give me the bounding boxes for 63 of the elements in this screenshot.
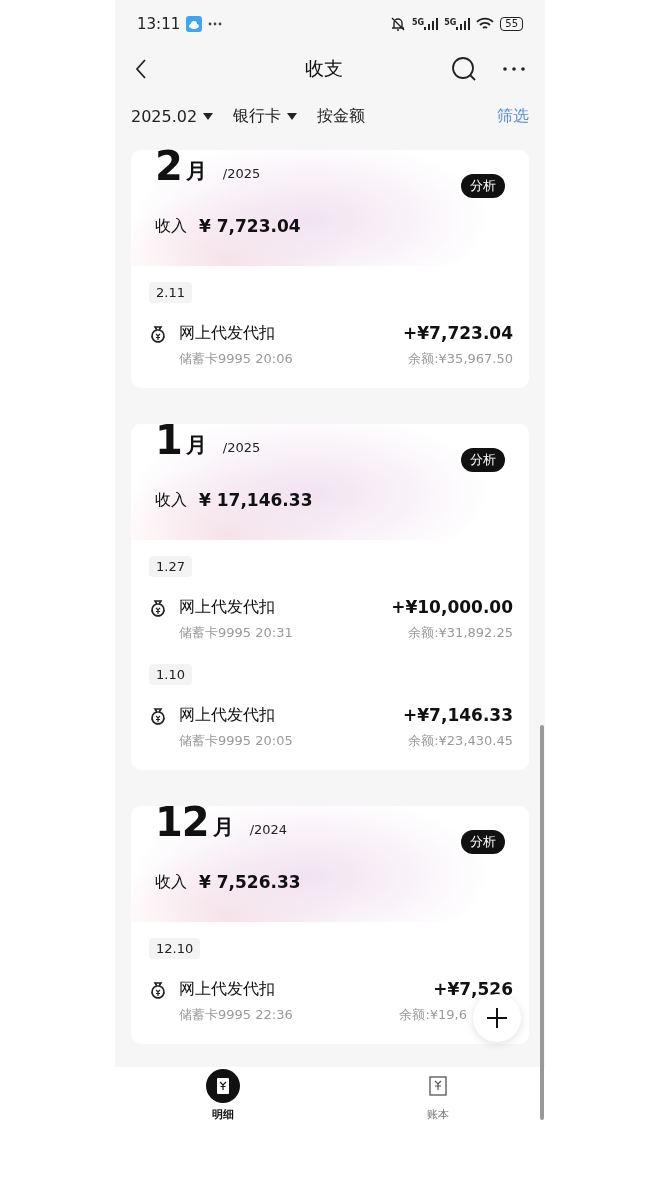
network-label: 5G (412, 18, 425, 27)
month-unit: 月 (212, 814, 234, 841)
date-label: 1.27 (149, 556, 192, 577)
transaction-amount: +¥7,526 (432, 979, 513, 1000)
transaction-detail: 储蓄卡9995 22:36 (179, 1006, 294, 1024)
cloud-icon (186, 16, 203, 32)
bell-off-icon (390, 16, 406, 32)
transaction-detail: 储蓄卡9995 20:05 (179, 732, 294, 750)
caret-icon (203, 112, 214, 120)
caret-icon (287, 112, 298, 120)
month-unit: 月 (185, 432, 207, 459)
analyze-button[interactable]: 分析 (461, 174, 505, 198)
transaction-amount: +¥10,000.00 (391, 597, 513, 618)
money-bag-icon (149, 598, 167, 617)
page-title: 收支 (304, 56, 344, 81)
year-label: /2025 (222, 439, 261, 457)
transaction-amount: +¥7,723.04 (403, 323, 513, 344)
income-amount: ¥ 17,146.33 (199, 490, 313, 510)
signal-icon (424, 18, 439, 30)
transaction-title: 网上代发代扣 (179, 323, 276, 344)
money-bag-icon (149, 324, 167, 343)
back-icon[interactable] (135, 59, 147, 79)
date-label: 2.11 (149, 282, 192, 303)
year-label: /2024 (249, 821, 288, 839)
filter-dropdown[interactable]: 2025.02 (131, 106, 214, 126)
month-number: 1 (155, 420, 182, 460)
filter-dropdown[interactable]: 按金额 (317, 105, 366, 127)
plus-icon (486, 1007, 508, 1029)
more-icon (208, 22, 223, 26)
balance-text: 余额:¥31,892.25 (407, 624, 513, 642)
transaction-detail: 储蓄卡9995 20:31 (179, 624, 294, 642)
network-label: 5G (444, 18, 457, 27)
money-bag-icon (149, 980, 167, 999)
transaction-title: 网上代发代扣 (179, 979, 276, 1000)
transaction-title: 网上代发代扣 (179, 705, 276, 726)
filter-dropdown[interactable]: 银行卡 (233, 105, 298, 127)
date-label: 1.10 (149, 664, 192, 685)
income-amount: ¥ 7,723.04 (199, 216, 301, 236)
search-icon[interactable] (451, 56, 477, 82)
income-label: 收入 (155, 215, 187, 237)
month-number: 12 (155, 802, 209, 842)
transaction-amount: +¥7,146.33 (403, 705, 513, 726)
transaction-detail: 储蓄卡9995 20:06 (179, 350, 294, 368)
signal-icon (456, 18, 471, 30)
month-unit: 月 (185, 158, 207, 185)
balance-text: 余额:¥19,6 (399, 1006, 467, 1024)
balance-text: 余额:¥35,967.50 (407, 350, 513, 368)
analyze-button[interactable]: 分析 (461, 830, 505, 854)
year-label: /2025 (222, 165, 261, 183)
income-amount: ¥ 7,526.33 (199, 872, 301, 892)
month-number: 2 (155, 146, 182, 186)
time: 13:11 (137, 15, 181, 33)
more-icon[interactable] (503, 67, 525, 71)
battery-indicator: 55 (500, 17, 523, 31)
balance-text: 余额:¥23,430.45 (407, 732, 513, 750)
nav-tab[interactable]: 明细 (115, 1067, 330, 1125)
income-label: 收入 (155, 871, 187, 893)
transaction-title: 网上代发代扣 (179, 597, 276, 618)
date-label: 12.10 (149, 938, 201, 959)
money-bag-icon (149, 706, 167, 725)
income-label: 收入 (155, 489, 187, 511)
analyze-button[interactable]: 分析 (461, 448, 505, 472)
wifi-icon (476, 17, 495, 31)
